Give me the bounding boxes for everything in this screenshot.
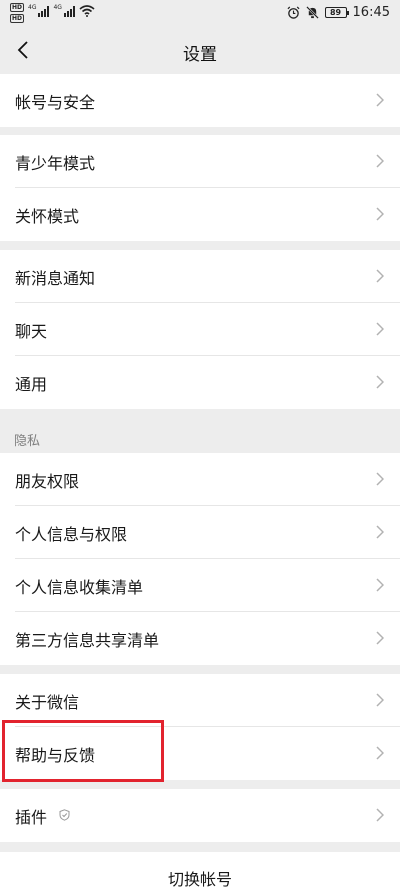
hd-badge-1: HD [10,3,25,12]
settings-item-label: 帐号与安全 [15,93,96,112]
signal-1-icon: 4G [28,4,50,17]
settings-item-chat[interactable]: 聊天 [0,303,400,356]
settings-item-care-mode[interactable]: 关怀模式 [0,188,400,241]
settings-item-plugins[interactable]: 插件 [0,789,400,842]
settings-item-label: 个人信息与权限 [15,525,128,544]
chevron-right-icon [376,93,384,107]
settings-item-personal-info-list[interactable]: 个人信息收集清单 [0,559,400,612]
chevron-right-icon [376,693,384,707]
chevron-right-icon [376,808,384,822]
settings-item-account-security[interactable]: 帐号与安全 [0,74,400,127]
switch-account-button[interactable]: 切换帐号 [0,852,400,888]
settings-item-label: 个人信息收集清单 [15,578,144,597]
battery-indicator: 89 [324,7,349,18]
signal-2-icon: 4G [53,4,75,17]
settings-item-label: 聊天 [15,322,48,341]
status-time: 16:45 [352,5,390,20]
settings-item-label: 第三方信息共享清单 [15,631,160,650]
settings-item-label: 关怀模式 [15,207,80,226]
settings-item-label: 朋友权限 [15,472,80,491]
alarm-icon [287,6,300,19]
settings-item-third-party-sharing[interactable]: 第三方信息共享清单 [0,612,400,665]
chevron-right-icon [376,631,384,645]
settings-item-label: 青少年模式 [15,154,96,173]
chevron-right-icon [376,746,384,760]
settings-item-label: 通用 [15,375,48,394]
settings-item-personal-info-permissions[interactable]: 个人信息与权限 [0,506,400,559]
settings-item-label: 帮助与反馈 [15,746,96,765]
settings-item-label: 插件 [15,808,48,827]
chevron-right-icon [376,269,384,283]
hd-indicators: HD HD [10,3,25,23]
settings-item-label: 关于微信 [15,693,80,712]
mute-bell-icon [305,6,319,19]
section-header-privacy: 隐私 [0,409,400,453]
signal-2-label: 4G [53,4,62,11]
status-bar-left: HD HD 4G 4G [10,3,95,23]
settings-item-teen-mode[interactable]: 青少年模式 [0,135,400,188]
settings-item-help-feedback[interactable]: 帮助与反馈 [0,727,400,780]
shield-icon [59,809,70,821]
section-header-label: 隐私 [14,434,41,449]
hd-badge-2: HD [10,14,25,23]
chevron-right-icon [376,322,384,336]
settings-item-friend-permissions[interactable]: 朋友权限 [0,453,400,506]
wifi-icon [79,5,95,17]
chevron-right-icon [376,472,384,486]
settings-item-label: 新消息通知 [15,269,96,288]
settings-item-general[interactable]: 通用 [0,356,400,409]
chevron-right-icon [376,154,384,168]
page-title: 设置 [183,45,217,65]
settings-item-notifications[interactable]: 新消息通知 [0,250,400,303]
chevron-right-icon [376,207,384,221]
status-bar-right: 89 16:45 [287,5,390,20]
signal-1-label: 4G [28,4,37,11]
settings-item-about[interactable]: 关于微信 [0,674,400,727]
switch-account-label: 切换帐号 [167,870,232,888]
chevron-right-icon [376,525,384,539]
chevron-right-icon [376,578,384,592]
status-bar: HD HD 4G 4G 89 16:45 [0,0,400,28]
chevron-right-icon [376,375,384,389]
nav-bar: 设置 [0,28,400,72]
